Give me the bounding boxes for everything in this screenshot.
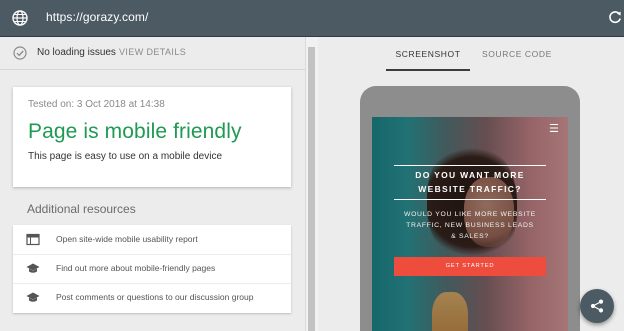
- preview-get-started-button: GET STARTED: [394, 257, 546, 276]
- preview-subtext-line2: TRAFFIC, NEW BUSINESS LEADS: [406, 222, 534, 229]
- tab-screenshot[interactable]: SCREENSHOT: [386, 49, 470, 59]
- resource-label: Post comments or questions to our discus…: [56, 292, 254, 302]
- phone-frame: ☰ DO YOU WANT MORE WEBSITE TRAFFIC? WOUL…: [360, 86, 580, 331]
- reload-icon[interactable]: [607, 9, 623, 25]
- additional-resources-heading: Additional resources: [27, 202, 136, 216]
- preview-headline-line2: WEBSITE TRAFFIC?: [418, 184, 522, 194]
- preview-headline-line1: DO YOU WANT MORE: [415, 170, 525, 180]
- check-circle-icon: [13, 46, 27, 60]
- left-panel-scrollbar[interactable]: [305, 37, 318, 331]
- page-screenshot: ☰ DO YOU WANT MORE WEBSITE TRAFFIC? WOUL…: [372, 117, 568, 331]
- headline-rule-top: [394, 165, 546, 166]
- graduation-cap-icon: [26, 291, 40, 304]
- loading-status-text: No loading issues: [37, 47, 116, 58]
- active-tab-indicator: [386, 69, 470, 71]
- results-panel: No loading issues VIEW DETAILS Tested on…: [0, 37, 305, 331]
- browser-window-icon: [26, 233, 40, 246]
- result-card: Tested on: 3 Oct 2018 at 14:38 Page is m…: [13, 87, 291, 187]
- resource-usability-report[interactable]: Open site-wide mobile usability report: [13, 225, 291, 255]
- url-bar: https://gorazy.com/: [0, 0, 624, 37]
- resource-label: Find out more about mobile-friendly page…: [56, 263, 216, 273]
- scrollbar-thumb[interactable]: [308, 47, 315, 331]
- resource-discussion-group[interactable]: Post comments or questions to our discus…: [13, 283, 291, 312]
- tab-source-code[interactable]: SOURCE CODE: [482, 49, 552, 59]
- loading-status-row: No loading issues VIEW DETAILS: [0, 37, 305, 70]
- verdict-description: This page is easy to use on a mobile dev…: [28, 151, 222, 162]
- resource-label: Open site-wide mobile usability report: [56, 234, 198, 244]
- resource-mobile-friendly-info[interactable]: Find out more about mobile-friendly page…: [13, 254, 291, 284]
- share-button[interactable]: [580, 289, 614, 323]
- verdict-heading: Page is mobile friendly: [28, 120, 242, 143]
- preview-panel: SCREENSHOT SOURCE CODE ☰ DO YOU WANT MOR…: [318, 37, 624, 331]
- resources-list: Open site-wide mobile usability report F…: [13, 225, 291, 313]
- globe-icon: [11, 9, 29, 27]
- hamburger-menu-icon: ☰: [549, 123, 559, 135]
- preview-subtext-line1: WOULD YOU LIKE MORE WEBSITE: [403, 211, 537, 218]
- headline-rule-bottom: [394, 199, 546, 200]
- graduation-cap-icon: [26, 262, 40, 275]
- url-text[interactable]: https://gorazy.com/: [46, 10, 148, 24]
- preview-subtext-line3: & SALES?: [451, 233, 489, 240]
- tested-on-text: Tested on: 3 Oct 2018 at 14:38: [28, 99, 165, 110]
- view-details-link[interactable]: VIEW DETAILS: [119, 47, 186, 57]
- share-icon: [590, 299, 604, 313]
